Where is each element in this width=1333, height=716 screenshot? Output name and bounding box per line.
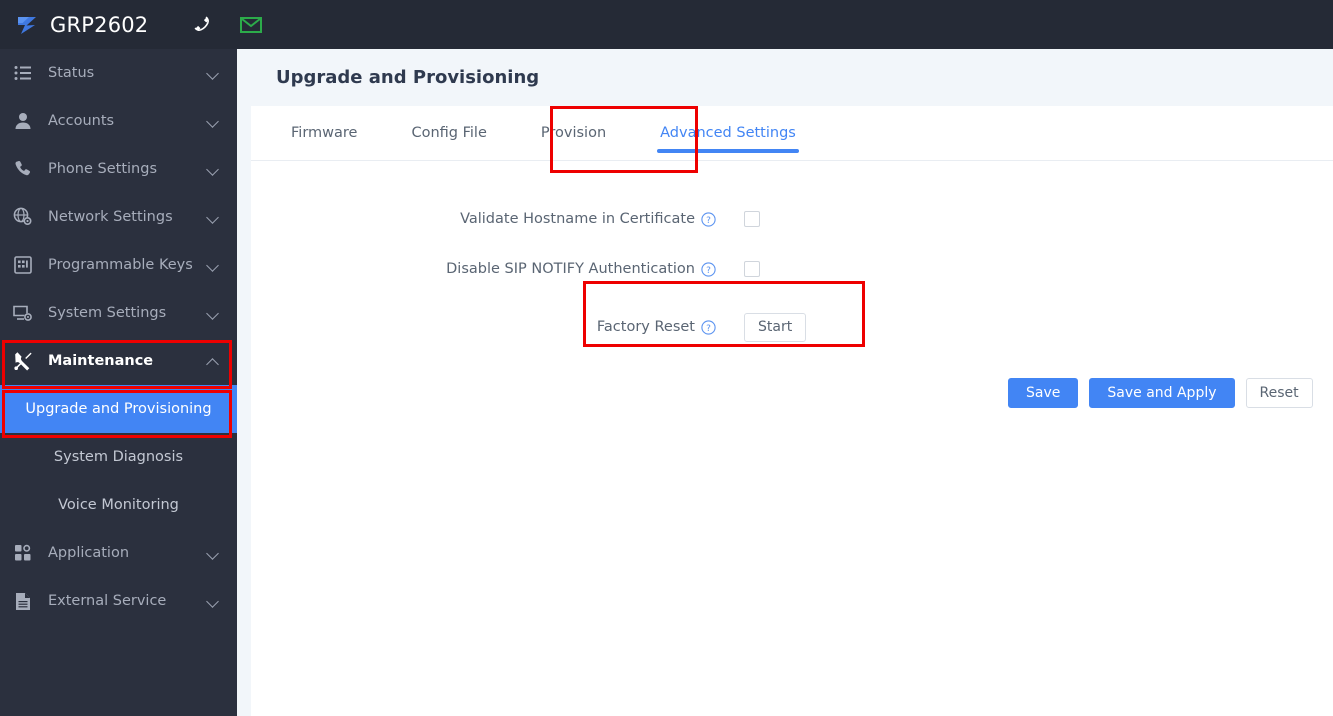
wrench-screwdriver-icon — [12, 350, 34, 372]
field-control — [726, 211, 760, 227]
phone-icon — [12, 158, 34, 180]
field-label: Factory Reset ? — [251, 319, 726, 335]
sidebar-item-application[interactable]: Application — [0, 529, 237, 577]
tab-bar: Firmware Config File Provision Advanced … — [251, 106, 1333, 161]
chevron-down-icon — [207, 163, 219, 175]
sidebar-item-label: Application — [48, 545, 130, 561]
grandstream-logo-icon[interactable] — [12, 10, 42, 40]
sidebar-subitem-label: Voice Monitoring — [58, 497, 179, 513]
field-control — [726, 261, 760, 277]
settings-form: Validate Hostname in Certificate ? Disab… — [251, 161, 1333, 408]
field-label-text: Validate Hostname in Certificate — [460, 211, 695, 227]
row-validate-hostname-in-certificate: Validate Hostname in Certificate ? — [251, 194, 1333, 244]
chevron-down-icon — [207, 595, 219, 607]
sidebar-item-status[interactable]: Status — [0, 49, 237, 97]
save-and-apply-button[interactable]: Save and Apply — [1089, 378, 1235, 408]
page-title: Upgrade and Provisioning — [276, 67, 540, 88]
field-label: Disable SIP NOTIFY Authentication ? — [251, 261, 726, 277]
help-circle-icon[interactable]: ? — [701, 261, 716, 277]
chevron-down-icon — [207, 307, 219, 319]
help-circle-icon[interactable]: ? — [701, 319, 716, 335]
sidebar-item-maintenance[interactable]: Maintenance — [0, 337, 237, 385]
sidebar-item-phone-settings[interactable]: Phone Settings — [0, 145, 237, 193]
list-icon — [12, 62, 34, 84]
envelope-icon[interactable] — [240, 14, 263, 36]
field-control: Start — [726, 312, 807, 342]
row-factory-reset: Factory Reset ? Start — [251, 294, 1333, 360]
svg-text:?: ? — [706, 323, 711, 333]
sidebar-item-label: External Service — [48, 593, 167, 609]
sidebar-subitem-label: System Diagnosis — [53, 449, 184, 465]
device-model-label: GRP2602 — [50, 12, 149, 37]
svg-text:?: ? — [706, 265, 711, 275]
chevron-up-icon — [207, 355, 219, 367]
sidebar-item-label: Phone Settings — [48, 161, 157, 177]
disable-sip-notify-auth-checkbox[interactable] — [744, 261, 760, 277]
save-button[interactable]: Save — [1008, 378, 1079, 408]
sidebar-item-label: System Settings — [48, 305, 167, 321]
sidebar-item-label: Maintenance — [48, 353, 154, 369]
field-label-text: Disable SIP NOTIFY Authentication — [446, 261, 695, 277]
top-header-bar: GRP2602 — [0, 0, 1333, 49]
svg-text:?: ? — [706, 215, 711, 225]
chevron-down-icon — [207, 211, 219, 223]
factory-reset-start-button[interactable]: Start — [744, 312, 807, 342]
tab-label: Config File — [411, 125, 487, 141]
content-card: Firmware Config File Provision Advanced … — [251, 106, 1333, 716]
sidebar-subitem-system-diagnosis[interactable]: System Diagnosis — [0, 433, 237, 481]
sidebar-item-label: Network Settings — [48, 209, 173, 225]
globe-gear-icon — [12, 206, 34, 228]
help-circle-icon[interactable]: ? — [701, 211, 716, 227]
user-icon — [12, 110, 34, 132]
sidebar-navigation: Status Accounts Phone Settings Network S… — [0, 49, 237, 716]
row-disable-sip-notify-authentication: Disable SIP NOTIFY Authentication ? — [251, 244, 1333, 294]
sidebar-subitem-label: Upgrade and Provisioning — [25, 401, 212, 417]
sidebar-item-external-service[interactable]: External Service — [0, 577, 237, 625]
sidebar-item-label: Status — [48, 65, 95, 81]
form-action-buttons: Save Save and Apply Reset — [251, 360, 1333, 408]
sidebar-item-label: Programmable Keys — [48, 257, 193, 273]
tab-label: Firmware — [291, 125, 358, 141]
page-header: Upgrade and Provisioning — [251, 49, 1333, 106]
apps-grid-icon — [12, 542, 34, 564]
reset-button[interactable]: Reset — [1245, 378, 1313, 408]
sidebar-item-accounts[interactable]: Accounts — [0, 97, 237, 145]
validate-hostname-checkbox[interactable] — [744, 211, 760, 227]
chevron-down-icon — [207, 67, 219, 79]
sidebar-subitem-upgrade-and-provisioning[interactable]: Upgrade and Provisioning — [0, 385, 237, 433]
tab-label: Advanced Settings — [660, 125, 796, 141]
chevron-down-icon — [207, 259, 219, 271]
field-label: Validate Hostname in Certificate ? — [251, 211, 726, 227]
tab-config-file[interactable]: Config File — [397, 106, 500, 160]
phone-handset-icon[interactable] — [192, 14, 214, 36]
main-content-area: Upgrade and Provisioning Firmware Config… — [237, 49, 1333, 716]
sidebar-item-network-settings[interactable]: Network Settings — [0, 193, 237, 241]
chevron-down-icon — [207, 547, 219, 559]
tab-advanced-settings[interactable]: Advanced Settings — [646, 106, 810, 160]
sidebar-item-programmable-keys[interactable]: Programmable Keys — [0, 241, 237, 289]
tab-label: Provision — [540, 125, 607, 141]
monitor-gear-icon — [12, 302, 34, 324]
tab-firmware[interactable]: Firmware — [277, 106, 371, 160]
sidebar-subitem-voice-monitoring[interactable]: Voice Monitoring — [0, 481, 237, 529]
document-icon — [12, 590, 34, 612]
field-label-text: Factory Reset — [596, 319, 695, 335]
sidebar-item-label: Accounts — [48, 113, 115, 129]
sidebar-item-system-settings[interactable]: System Settings — [0, 289, 237, 337]
keypad-grid-icon — [12, 254, 34, 276]
chevron-down-icon — [207, 115, 219, 127]
tab-provision[interactable]: Provision — [527, 106, 620, 160]
